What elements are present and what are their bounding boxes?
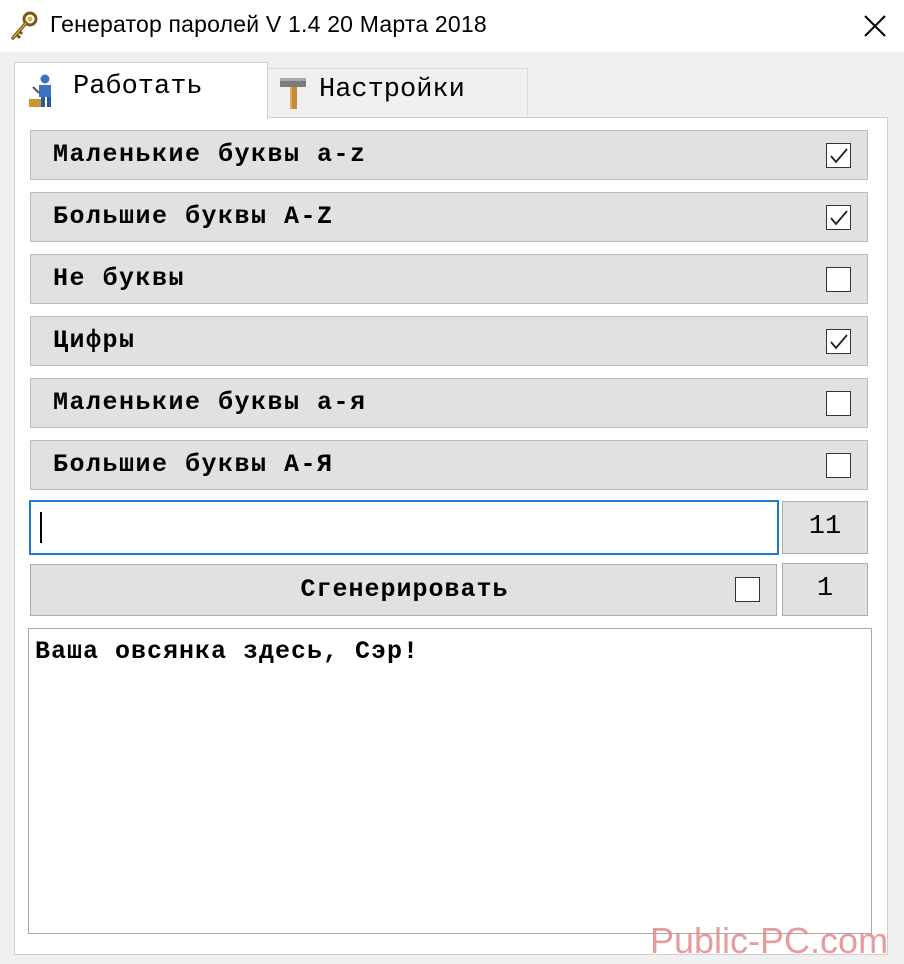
close-button[interactable] [846, 0, 904, 52]
generate-button-label: Сгенерировать [300, 575, 509, 604]
option-label: Не буквы [53, 264, 186, 293]
checkmark-icon [830, 334, 848, 350]
option-lowercase-latin[interactable]: Маленькие буквы a-z [30, 130, 868, 180]
close-icon [864, 15, 886, 37]
option-uppercase-latin[interactable]: Большие буквы A-Z [30, 192, 868, 242]
tab-work[interactable]: Работать [14, 62, 268, 119]
option-label: Маленькие буквы a-z [53, 140, 367, 169]
option-checkbox[interactable] [826, 391, 851, 416]
option-lowercase-cyrillic[interactable]: Маленькие буквы а-я [30, 378, 868, 428]
option-label: Большие буквы A-Z [53, 202, 334, 231]
title-bar: Генератор паролей V 1.4 20 Марта 2018 [0, 0, 904, 52]
option-non-letters[interactable]: Не буквы [30, 254, 868, 304]
checkmark-icon [830, 148, 848, 164]
password-output-field[interactable] [29, 500, 779, 555]
option-digits[interactable]: Цифры [30, 316, 868, 366]
generate-checkbox[interactable] [735, 577, 760, 602]
window-title: Генератор паролей V 1.4 20 Марта 2018 [50, 11, 487, 37]
option-checkbox[interactable] [826, 453, 851, 478]
option-label: Цифры [53, 326, 136, 355]
option-checkbox[interactable] [826, 205, 851, 230]
tab-settings[interactable]: Настройки [266, 68, 528, 115]
option-checkbox[interactable] [826, 143, 851, 168]
hammer-icon [277, 75, 311, 116]
generate-button[interactable]: Сгенерировать [30, 564, 777, 616]
password-length-field[interactable]: 11 [782, 501, 868, 554]
tab-settings-label: Настройки [319, 75, 465, 105]
text-caret [40, 512, 42, 543]
key-icon [8, 10, 40, 42]
tab-work-label: Работать [73, 72, 203, 102]
option-label: Большие буквы А-Я [53, 450, 334, 479]
option-uppercase-cyrillic[interactable]: Большие буквы А-Я [30, 440, 868, 490]
option-label: Маленькие буквы а-я [53, 388, 367, 417]
option-checkbox[interactable] [826, 267, 851, 292]
password-count-field[interactable]: 1 [782, 563, 868, 616]
option-checkbox[interactable] [826, 329, 851, 354]
app-window: Генератор паролей V 1.4 20 Марта 2018 Ра… [0, 0, 904, 964]
output-text: Ваша овсянка здесь, Сэр! [35, 637, 420, 666]
worker-icon [27, 73, 63, 114]
checkmark-icon [830, 210, 848, 226]
watermark: Public-PC.com [650, 920, 889, 961]
output-textarea[interactable]: Ваша овсянка здесь, Сэр! [28, 628, 872, 934]
